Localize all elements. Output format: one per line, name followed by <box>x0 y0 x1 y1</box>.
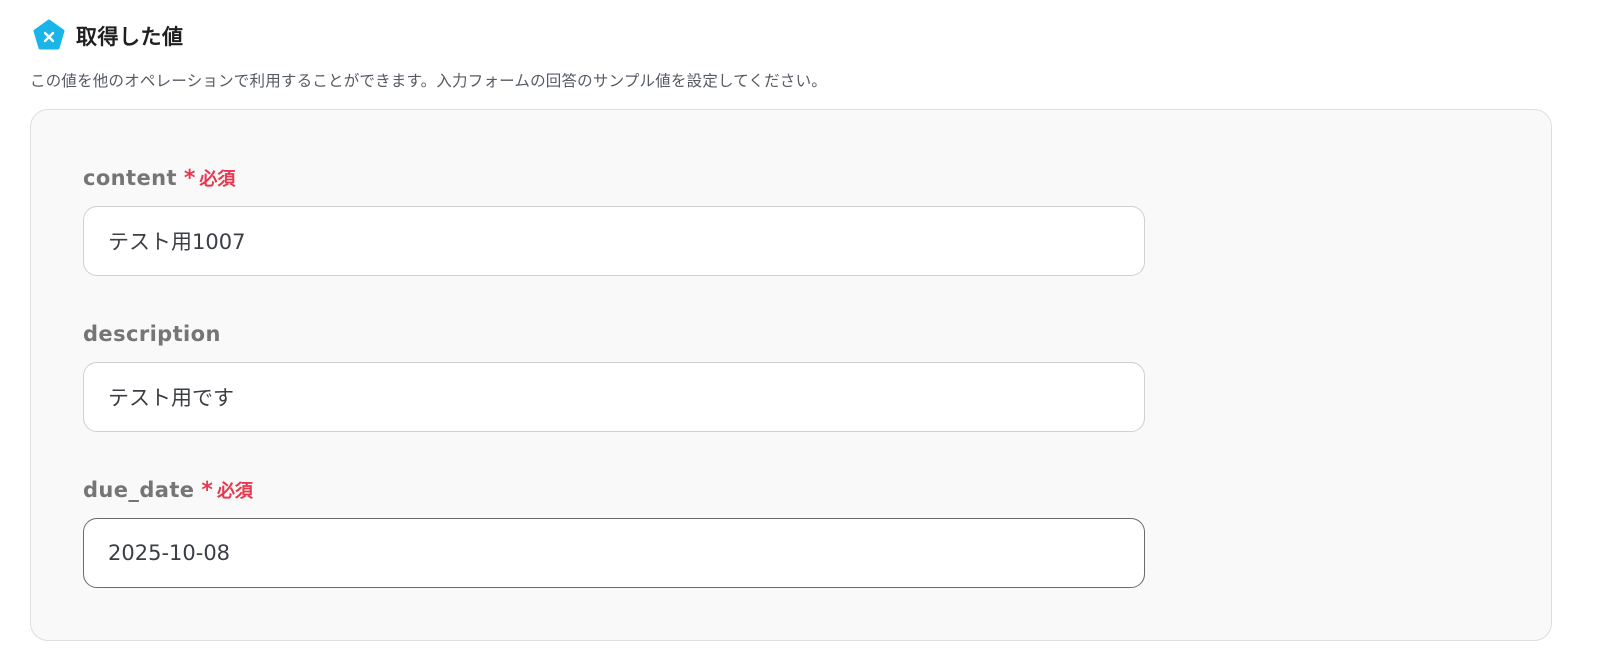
field-description: description <box>83 320 1145 432</box>
required-badge: 必須 <box>199 169 236 190</box>
field-due-date: due_date * 必須 <box>83 476 1145 588</box>
required-asterisk-icon: * <box>201 477 213 503</box>
content-input[interactable] <box>83 206 1145 276</box>
field-label-due-date: due_date <box>83 478 195 502</box>
field-label-row: due_date * 必須 <box>83 476 1145 504</box>
field-label-row: description <box>83 320 1145 348</box>
due-date-input[interactable] <box>83 518 1145 588</box>
field-label-row: content * 必須 <box>83 164 1145 192</box>
section-description: この値を他のオペレーションで利用することができます。入力フォームの回答のサンプル… <box>30 72 827 90</box>
pentagon-x-icon <box>33 19 65 50</box>
section-title: 取得した値 <box>76 25 184 49</box>
field-label-description: description <box>83 322 221 346</box>
field-label-content: content <box>83 166 177 190</box>
section-header: 取得した値 <box>32 18 184 54</box>
required-asterisk-icon: * <box>183 165 196 191</box>
field-content: content * 必須 <box>83 164 1145 276</box>
description-input[interactable] <box>83 362 1145 432</box>
required-badge: 必須 <box>216 481 253 502</box>
sample-values-panel: content * 必須 description due_date * 必須 <box>30 109 1552 641</box>
